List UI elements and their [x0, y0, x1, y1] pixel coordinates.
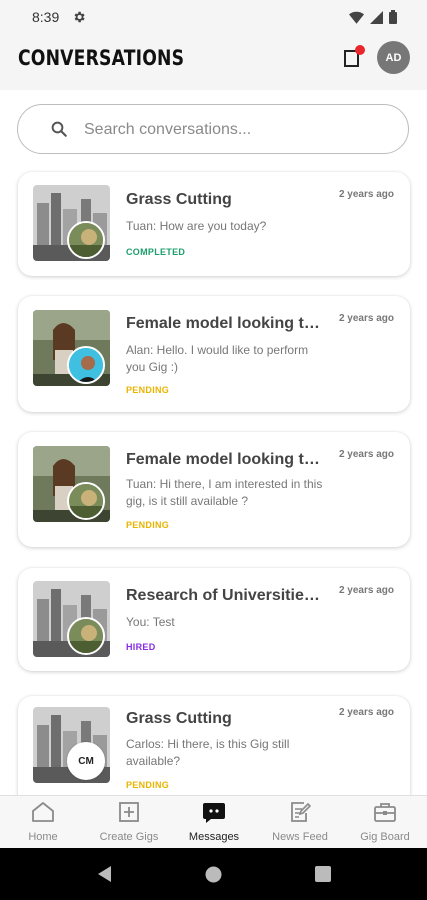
search-icon: [50, 120, 68, 143]
participant-avatar: [67, 482, 105, 520]
nav-label: Home: [28, 831, 58, 843]
plus-square-icon: [94, 799, 164, 825]
conversation-time: 2 years ago: [338, 585, 394, 596]
conversation-title: Grass Cutting: [126, 191, 232, 208]
system-navigation-bar: [0, 848, 427, 900]
recents-icon[interactable]: [315, 866, 331, 887]
nav-gig-board[interactable]: Gig Board: [350, 799, 420, 843]
briefcase-icon: [350, 799, 420, 825]
conversation-time: 2 years ago: [338, 449, 394, 460]
conversation-last-message: You: Test: [126, 615, 175, 629]
signal-icon: [370, 10, 383, 29]
conversation-time: 2 years ago: [338, 707, 394, 718]
conversation-last-message: Alan: Hello. I would like to perform you…: [126, 343, 309, 374]
conversation-time: 2 years ago: [338, 313, 394, 324]
back-icon[interactable]: [96, 865, 112, 888]
participant-avatar: [67, 346, 105, 384]
conversation-last-message: Carlos: Hi there, is this Gig still avai…: [126, 737, 290, 768]
conversation-list-area: Grass Cutting 2 years ago Tuan: How are …: [0, 90, 427, 795]
search-bar[interactable]: [17, 104, 409, 154]
conversation-card[interactable]: Grass Cutting 2 years ago Tuan: How are …: [18, 172, 410, 276]
chat-icon: [179, 799, 249, 825]
nav-label: Gig Board: [360, 831, 410, 843]
participant-avatar: [67, 617, 105, 655]
conversation-card[interactable]: Female model looking to... 2 years ago A…: [18, 296, 410, 412]
conversation-last-message: Tuan: Hi there, I am interested in this …: [126, 477, 323, 508]
bottom-navigation: Home Create Gigs Messages News Feed Gig …: [0, 795, 427, 848]
wifi-icon: [349, 11, 364, 29]
conversation-last-message: Tuan: How are you today?: [126, 219, 267, 233]
nav-messages[interactable]: Messages: [179, 799, 249, 843]
battery-icon: [389, 10, 397, 29]
status-badge: PENDING: [126, 780, 170, 790]
status-badge: HIRED: [126, 642, 156, 652]
conversation-title: Female model looking to...: [126, 315, 326, 332]
conversation-card[interactable]: Research of Universities... 2 years ago …: [18, 568, 410, 671]
nav-label: Messages: [188, 831, 240, 843]
status-bar: 8:39: [0, 0, 427, 34]
nav-news-feed[interactable]: News Feed: [265, 799, 335, 843]
status-time: 8:39: [32, 9, 60, 25]
settings-icon: [72, 10, 86, 29]
conversation-card[interactable]: CM Grass Cutting 2 years ago Carlos: Hi …: [18, 696, 410, 795]
status-badge: COMPLETED: [126, 247, 186, 257]
edit-note-icon: [265, 799, 335, 825]
search-input[interactable]: [82, 118, 386, 142]
nav-label: News Feed: [272, 831, 328, 843]
conversation-title: Research of Universities...: [126, 587, 326, 604]
participant-initials-badge: CM: [67, 742, 105, 780]
nav-create-gigs[interactable]: Create Gigs: [94, 799, 164, 843]
home-icon: [8, 799, 78, 825]
conversation-time: 2 years ago: [338, 189, 394, 200]
conversation-title: Female model looking to...: [126, 451, 326, 468]
participant-avatar: [67, 221, 105, 259]
user-avatar[interactable]: AD: [377, 41, 410, 74]
page-title: CONVERSATIONS: [18, 46, 185, 70]
nav-label: Create Gigs: [99, 831, 159, 843]
status-badge: PENDING: [126, 520, 170, 530]
conversation-title: Grass Cutting: [126, 710, 232, 727]
app-header: CONVERSATIONS AD: [0, 34, 427, 90]
conversation-card[interactable]: Female model looking to... 2 years ago T…: [18, 432, 410, 547]
home-circle-icon[interactable]: [205, 866, 222, 888]
notification-dot: [355, 45, 365, 55]
nav-home[interactable]: Home: [8, 799, 78, 843]
status-badge: PENDING: [126, 385, 170, 395]
